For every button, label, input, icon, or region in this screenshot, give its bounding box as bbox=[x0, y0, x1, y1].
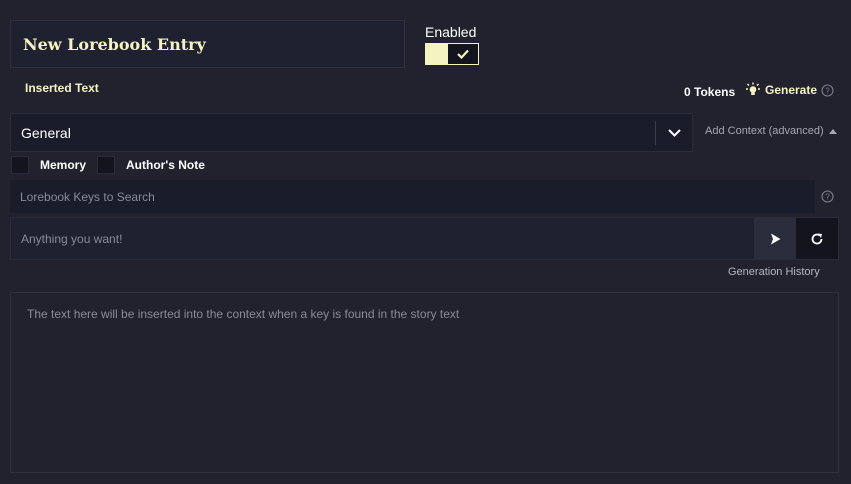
context-select-value: General bbox=[21, 124, 71, 141]
context-select[interactable]: General bbox=[10, 113, 693, 152]
entry-title-field[interactable]: New Lorebook Entry bbox=[10, 20, 405, 68]
retry-button[interactable] bbox=[796, 218, 838, 259]
generate-button[interactable]: Generate bbox=[744, 82, 817, 98]
entry-title[interactable]: New Lorebook Entry bbox=[23, 35, 206, 54]
generation-prompt-input[interactable] bbox=[11, 218, 754, 259]
enabled-label: Enabled bbox=[425, 24, 477, 40]
authors-note-label: Author's Note bbox=[126, 158, 205, 172]
add-context-toggle[interactable]: Add Context (advanced) bbox=[705, 125, 837, 137]
help-icon[interactable]: ? bbox=[821, 84, 834, 97]
send-icon bbox=[770, 233, 780, 244]
memory-label: Memory bbox=[40, 158, 87, 172]
entry-text-area[interactable] bbox=[10, 292, 839, 473]
chevron-down-icon[interactable] bbox=[656, 128, 692, 137]
generation-prompt-box bbox=[10, 217, 839, 260]
caret-up-icon bbox=[828, 128, 837, 134]
check-icon bbox=[457, 49, 469, 59]
enabled-toggle[interactable] bbox=[425, 43, 479, 65]
context-checkboxes: Memory Author's Note bbox=[11, 156, 216, 174]
toggle-knob bbox=[448, 44, 478, 64]
lightbulb-icon bbox=[746, 82, 760, 95]
lorebook-keys-input[interactable] bbox=[10, 180, 815, 213]
inserted-text-label: Inserted Text bbox=[25, 81, 99, 95]
token-count: 0 Tokens bbox=[684, 85, 736, 99]
svg-text:?: ? bbox=[825, 86, 830, 95]
refresh-icon bbox=[811, 233, 823, 244]
svg-text:?: ? bbox=[825, 192, 830, 201]
memory-checkbox[interactable] bbox=[11, 156, 29, 174]
send-button[interactable] bbox=[754, 218, 796, 259]
add-context-label: Add Context (advanced) bbox=[705, 125, 824, 137]
authors-note-checkbox[interactable] bbox=[97, 156, 116, 174]
generation-history-link[interactable]: Generation History bbox=[728, 266, 820, 278]
help-icon[interactable]: ? bbox=[821, 190, 834, 203]
generate-label: Generate bbox=[765, 83, 818, 97]
